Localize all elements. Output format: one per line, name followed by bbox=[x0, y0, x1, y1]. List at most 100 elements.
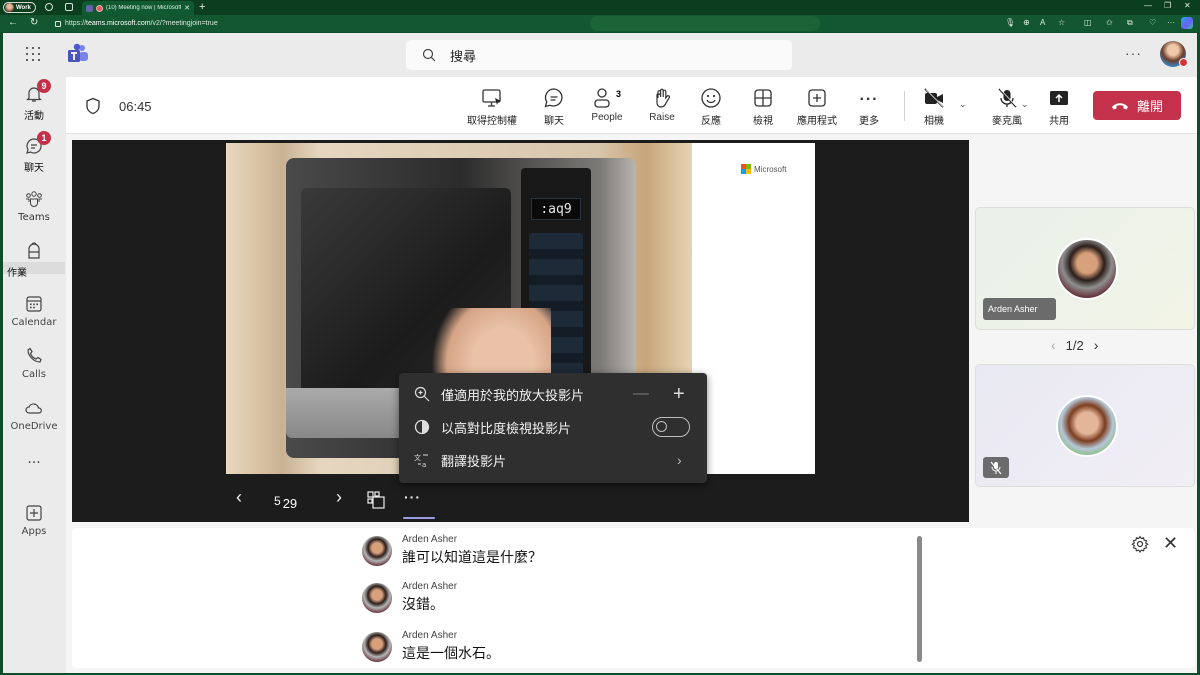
mic-icon[interactable]: 🎙 bbox=[1005, 18, 1015, 27]
bell-icon: 9 bbox=[23, 79, 51, 105]
caption-entry: Arden Asher 這是一個水石。 bbox=[362, 630, 662, 670]
apps-button[interactable]: 應用程式 bbox=[789, 87, 845, 127]
gear-icon[interactable] bbox=[1131, 535, 1149, 553]
smile-icon bbox=[700, 87, 722, 109]
shield-icon[interactable] bbox=[85, 97, 101, 115]
leave-button[interactable]: 離開 bbox=[1093, 91, 1181, 120]
take-control-button[interactable]: 取得控制權 bbox=[464, 87, 520, 127]
next-slide-button[interactable]: › bbox=[336, 487, 342, 508]
next-page-button[interactable]: › bbox=[1094, 337, 1099, 353]
rail-item-calls[interactable]: Calls bbox=[3, 339, 65, 389]
minimize-button[interactable]: — bbox=[1144, 1, 1152, 10]
participant-name: Arden Asher bbox=[983, 298, 1056, 320]
extensions-icon[interactable]: ♡ bbox=[1149, 18, 1156, 27]
browser-profile-button[interactable]: Work bbox=[3, 2, 36, 13]
participant-tile[interactable] bbox=[975, 364, 1195, 487]
new-tab-button[interactable]: + bbox=[199, 1, 205, 13]
rail-label: 聊天 bbox=[24, 163, 44, 174]
react-button[interactable]: 反應 bbox=[683, 87, 739, 127]
contrast-label: 以高對比度檢視投影片 bbox=[441, 421, 572, 437]
participant-tile[interactable]: Arden Asher bbox=[975, 207, 1195, 330]
copilot-icon[interactable] bbox=[1181, 17, 1193, 29]
captions-scrollbar[interactable] bbox=[917, 536, 922, 662]
people-button[interactable]: 3 People bbox=[579, 87, 635, 123]
camera-options-chevron-icon[interactable]: ⌄ bbox=[959, 99, 967, 110]
back-button[interactable]: ← bbox=[8, 17, 18, 28]
refresh-button[interactable]: ↻ bbox=[30, 17, 38, 28]
workspaces-icon[interactable] bbox=[45, 3, 53, 11]
search-placeholder: 搜尋 bbox=[450, 49, 477, 65]
people-count: 3 bbox=[615, 89, 621, 99]
contrast-icon bbox=[413, 418, 431, 436]
control-label: 取得控制權 bbox=[467, 116, 517, 127]
favorites-icon[interactable]: ✩ bbox=[1106, 18, 1113, 27]
menu-item-zoom: 僅適用於我的放大投影片 — + bbox=[399, 378, 707, 410]
camera-button[interactable]: 相機 bbox=[906, 87, 962, 127]
rail-item-assignments[interactable]: 作業 bbox=[3, 234, 65, 284]
backpack-icon bbox=[23, 240, 45, 262]
split-screen-icon[interactable]: ◫ bbox=[1084, 18, 1092, 27]
favorite-icon[interactable]: ☆ bbox=[1058, 18, 1065, 27]
browser-tab-meeting[interactable]: (10) Meeting now | Microsoft ✕ bbox=[82, 1, 194, 15]
rail-item-activity[interactable]: 9 活動 bbox=[3, 77, 65, 127]
browser-more-icon[interactable]: ··· bbox=[1167, 18, 1175, 27]
rail-item-chat[interactable]: 1 聊天 bbox=[3, 129, 65, 179]
translate-label: 翻譯投影片 bbox=[441, 454, 507, 470]
mic-off-icon bbox=[990, 461, 1002, 474]
more-apps-icon: ··· bbox=[27, 455, 41, 471]
presence-busy-icon bbox=[1179, 58, 1188, 67]
zoom-icon[interactable]: ⊕ bbox=[1023, 18, 1030, 27]
svg-text:文: 文 bbox=[414, 453, 421, 462]
mic-options-chevron-icon[interactable]: ⌄ bbox=[1021, 99, 1029, 110]
view-button[interactable]: 檢視 bbox=[735, 87, 791, 127]
chat-button[interactable]: 聊天 bbox=[526, 87, 582, 127]
rail-label: Calls bbox=[22, 369, 46, 380]
zoom-out-button[interactable]: — bbox=[633, 385, 649, 403]
menu-item-translate[interactable]: 文a 翻譯投影片 › bbox=[399, 444, 707, 476]
control-label: 共用 bbox=[1049, 116, 1069, 127]
recording-icon bbox=[96, 4, 103, 12]
teams-favicon-icon bbox=[86, 4, 93, 12]
slide-more-options-button[interactable]: ··· bbox=[404, 489, 421, 505]
raise-hand-button[interactable]: Raise bbox=[634, 87, 690, 123]
rail-label: OneDrive bbox=[10, 421, 58, 432]
muted-indicator bbox=[983, 457, 1009, 478]
previous-page-button[interactable]: ‹ bbox=[1051, 337, 1056, 353]
add-app-icon bbox=[806, 87, 828, 109]
teams-top-bar: 搜尋 ··· bbox=[3, 33, 1197, 77]
restore-button[interactable]: ❐ bbox=[1164, 1, 1171, 10]
rail-label: 作業 bbox=[7, 268, 27, 279]
caption-entry: Arden Asher 誰可以知道這是什麼？ bbox=[362, 534, 662, 574]
collections-icon[interactable]: ⧉ bbox=[1127, 18, 1133, 28]
menu-item-high-contrast[interactable]: 以高對比度檢視投影片 bbox=[399, 411, 707, 443]
high-contrast-toggle[interactable] bbox=[652, 417, 690, 437]
rail-item-onedrive[interactable]: OneDrive bbox=[3, 391, 65, 441]
teams-icon bbox=[23, 188, 45, 210]
app-launcher-icon[interactable] bbox=[26, 47, 40, 61]
share-screen-icon bbox=[1048, 87, 1070, 109]
close-window-button[interactable]: ✕ bbox=[1184, 1, 1191, 10]
close-captions-button[interactable]: ✕ bbox=[1163, 533, 1178, 554]
chat-icon bbox=[543, 87, 565, 109]
more-actions-button[interactable]: ··· 更多 bbox=[841, 87, 897, 127]
previous-slide-button[interactable]: ‹ bbox=[236, 487, 242, 508]
search-input[interactable]: 搜尋 bbox=[406, 40, 792, 70]
rail-item-apps[interactable]: Apps bbox=[3, 496, 65, 546]
control-label: Raise bbox=[649, 112, 675, 123]
zoom-in-button[interactable]: + bbox=[673, 383, 685, 406]
read-aloud-icon[interactable]: A bbox=[1040, 18, 1045, 27]
tab-actions-icon[interactable] bbox=[65, 3, 73, 11]
cloud-icon bbox=[23, 397, 45, 419]
close-tab-icon[interactable]: ✕ bbox=[184, 4, 190, 12]
rail-item-calendar[interactable]: Calendar bbox=[3, 287, 65, 337]
control-label: 麥克風 bbox=[992, 116, 1022, 127]
settings-more-button[interactable]: ··· bbox=[1125, 45, 1142, 61]
share-button[interactable]: 共用 bbox=[1031, 87, 1087, 127]
url-field[interactable]: https://teams.microsoft.com/v2/?meetingj… bbox=[50, 16, 273, 31]
meeting-toolbar: 06:45 取得控制權 聊天 3 People Raise 反應 檢視 應用程式… bbox=[66, 77, 1197, 134]
meeting-view: 06:45 取得控制權 聊天 3 People Raise 反應 檢視 應用程式… bbox=[66, 77, 1197, 673]
rail-item-more-apps[interactable]: ··· bbox=[3, 449, 65, 499]
rail-item-teams[interactable]: Teams bbox=[3, 182, 65, 232]
slide-grid-icon[interactable] bbox=[367, 491, 385, 509]
page-indicator: 1/2 bbox=[1065, 337, 1084, 353]
